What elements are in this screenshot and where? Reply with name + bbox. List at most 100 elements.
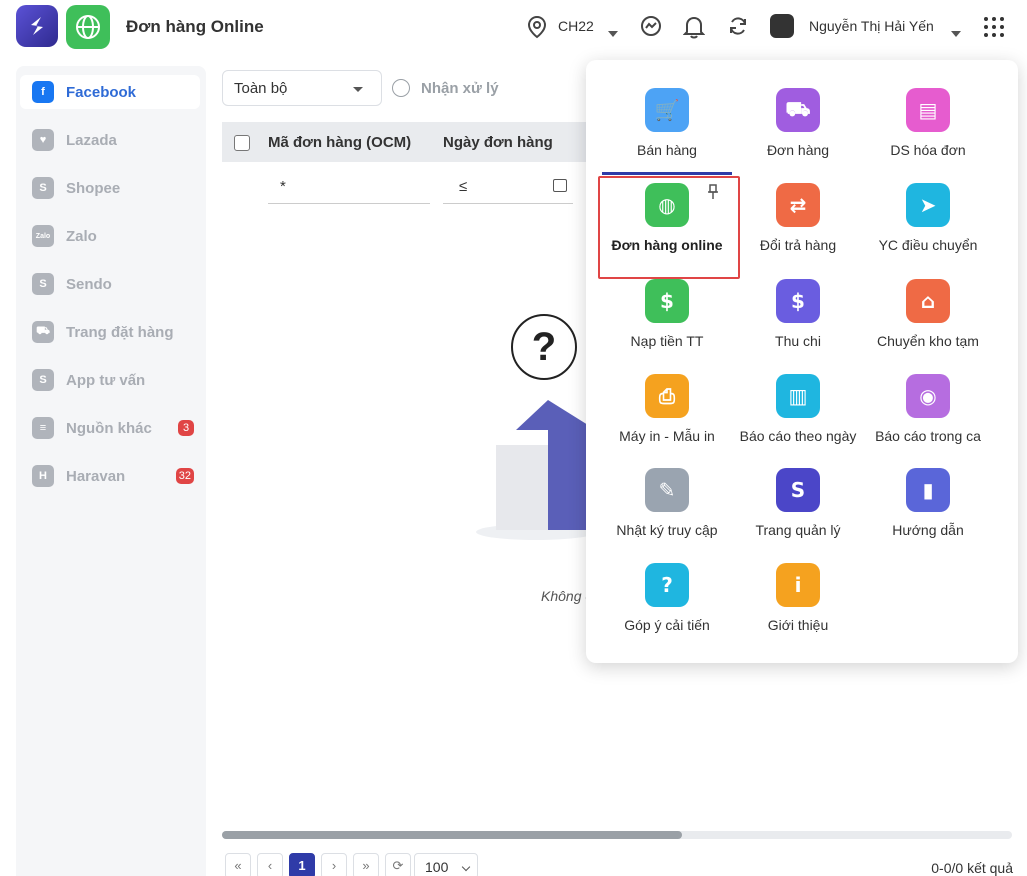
app-tile-label: DS hóa đơn: [890, 142, 966, 158]
last-page-button[interactable]: »: [353, 853, 379, 876]
page-number-button[interactable]: 1: [289, 853, 315, 876]
app-tile-label: YC điều chuyển: [878, 237, 978, 253]
prev-page-button[interactable]: ‹: [257, 853, 283, 876]
app-grid-icon[interactable]: [984, 17, 1004, 37]
lazada-icon: ♥: [32, 129, 54, 151]
sidebar-item-other-sources[interactable]: ≡ Nguồn khác 3: [20, 411, 200, 445]
question-icon: ?: [511, 314, 577, 380]
truck-icon: ⛟: [776, 88, 820, 132]
user-name[interactable]: Nguyễn Thị Hải Yến: [809, 18, 934, 34]
log-icon: ✎: [645, 468, 689, 512]
order-code-filter-input[interactable]: *: [268, 168, 430, 204]
sync-icon[interactable]: [727, 15, 749, 42]
page-size-select[interactable]: 100: [414, 853, 478, 876]
sidebar-item-lazada[interactable]: ♥ Lazada: [20, 123, 200, 157]
app-tile-label: Đơn hàng: [766, 142, 830, 158]
sidebar-item-facebook[interactable]: f Facebook: [20, 75, 200, 109]
next-page-button[interactable]: ›: [321, 853, 347, 876]
calendar-icon[interactable]: [553, 179, 567, 192]
sidebar-item-order-page[interactable]: ⛟ Trang đặt hàng: [20, 315, 200, 349]
app-tile[interactable]: ▥ Báo cáo theo ngày: [728, 374, 868, 464]
report-icon: ▥: [776, 374, 820, 418]
first-page-button[interactable]: «: [225, 853, 251, 876]
status-filter-select[interactable]: Toàn bộ: [222, 70, 382, 106]
process-label[interactable]: Nhận xử lý: [421, 80, 499, 97]
column-header-order-code[interactable]: Mã đơn hàng (OCM): [268, 134, 411, 151]
chevron-down-icon[interactable]: [608, 24, 618, 42]
app-tile[interactable]: $ Nạp tiền TT: [597, 279, 737, 369]
zalo-icon: Zalo: [32, 225, 54, 247]
app-tile[interactable]: S Trang quản lý: [728, 468, 868, 558]
app-tile[interactable]: ◉ Báo cáo trong ca: [858, 374, 998, 464]
column-header-order-date[interactable]: Ngày đơn hàng: [443, 134, 553, 151]
app-tile[interactable]: ⇄ Đổi trả hàng: [728, 183, 868, 273]
result-count: 0-0/0 kết quả: [931, 860, 1013, 876]
app-tile-label: Nạp tiền TT: [630, 333, 704, 349]
app-tile-label: Góp ý cải tiến: [624, 617, 710, 633]
app-tile[interactable]: ? Góp ý cải tiến: [597, 563, 737, 653]
app-tile[interactable]: ➤ YC điều chuyển: [858, 183, 998, 273]
avatar[interactable]: [770, 14, 794, 38]
page-size-value: 100: [425, 859, 449, 875]
sidebar-item-label: Trang đặt hàng: [66, 324, 174, 341]
cart-icon: 🛒: [645, 88, 689, 132]
sidebar-item-label: Nguồn khác: [66, 420, 152, 437]
app-logo-icon[interactable]: [16, 5, 58, 47]
haravan-icon: H: [32, 465, 54, 487]
app-tile-label: Giới thiệu: [767, 617, 829, 633]
filter-operator: ≤: [459, 178, 468, 195]
app-tile[interactable]: ⛟ Đơn hàng: [728, 88, 868, 178]
sidebar-item-label: Zalo: [66, 228, 97, 245]
bell-icon[interactable]: [682, 15, 706, 44]
scrollbar-thumb[interactable]: [222, 831, 682, 839]
store-selector[interactable]: CH22: [558, 18, 594, 34]
sidebar-item-label: Sendo: [66, 276, 112, 293]
app-tile[interactable]: ✎ Nhật ký truy cập: [597, 468, 737, 558]
info-icon: i: [776, 563, 820, 607]
sidebar-item-label: Lazada: [66, 132, 117, 149]
empty-state-text: Không c: [541, 588, 593, 604]
cart-icon: ⛟: [32, 321, 54, 343]
filter-wildcard: *: [280, 178, 286, 195]
transfer-icon: ➤: [906, 183, 950, 227]
app-tile[interactable]: ⎙ Máy in - Mẫu in: [597, 374, 737, 464]
sidebar-item-zalo[interactable]: Zalo Zalo: [20, 219, 200, 253]
return-icon: ⇄: [776, 183, 820, 227]
app-tile-label: Trang quản lý: [755, 522, 841, 538]
app-tile-label: Đổi trả hàng: [759, 237, 837, 253]
messenger-icon[interactable]: [640, 15, 662, 42]
app-tile-label: Báo cáo theo ngày: [739, 428, 857, 444]
sidebar-item-app-advice[interactable]: S App tư vấn: [20, 363, 200, 397]
warehouse-icon: ⌂: [906, 279, 950, 323]
app-tile[interactable]: 🛒 Bán hàng: [597, 88, 737, 178]
sendo-icon: S: [32, 273, 54, 295]
sidebar-item-haravan[interactable]: H Haravan 32: [20, 459, 200, 493]
book-icon: ▮: [906, 468, 950, 512]
app-tile-label: Máy in - Mẫu in: [619, 428, 715, 444]
feedback-icon: ?: [645, 563, 689, 607]
sidebar-item-label: App tư vấn: [66, 372, 146, 389]
sidebar-item-sendo[interactable]: S Sendo: [20, 267, 200, 301]
online-order-logo-icon[interactable]: [66, 5, 110, 49]
app-tile[interactable]: i Giới thiệu: [728, 563, 868, 653]
app-tile[interactable]: ⌂ Chuyển kho tạm: [858, 279, 998, 369]
order-date-filter-input[interactable]: ≤: [443, 168, 573, 204]
app-icon: S: [32, 369, 54, 391]
pin-icon[interactable]: [708, 184, 718, 205]
user-menu-chevron-icon[interactable]: [951, 24, 961, 42]
select-all-checkbox[interactable]: [234, 135, 250, 151]
app-tile[interactable]: $ Thu chi: [728, 279, 868, 369]
app-tile-label: Hướng dẫn: [892, 522, 964, 538]
app-tile-label: Thu chi: [775, 333, 821, 349]
sidebar-item-label: Facebook: [66, 84, 137, 101]
count-badge: 3: [178, 420, 194, 436]
app-tile[interactable]: ▮ Hướng dẫn: [858, 468, 998, 558]
refresh-icon[interactable]: ⟳: [385, 853, 411, 876]
sidebar-item-shopee[interactable]: S Shopee: [20, 171, 200, 205]
app-tile-label: Báo cáo trong ca: [875, 428, 981, 444]
chevron-down-icon: [461, 862, 471, 872]
location-icon[interactable]: [527, 15, 547, 44]
app-tile[interactable]: ▤ DS hóa đơn: [858, 88, 998, 178]
selection-highlight: [598, 176, 740, 279]
process-checkbox[interactable]: [392, 79, 410, 97]
